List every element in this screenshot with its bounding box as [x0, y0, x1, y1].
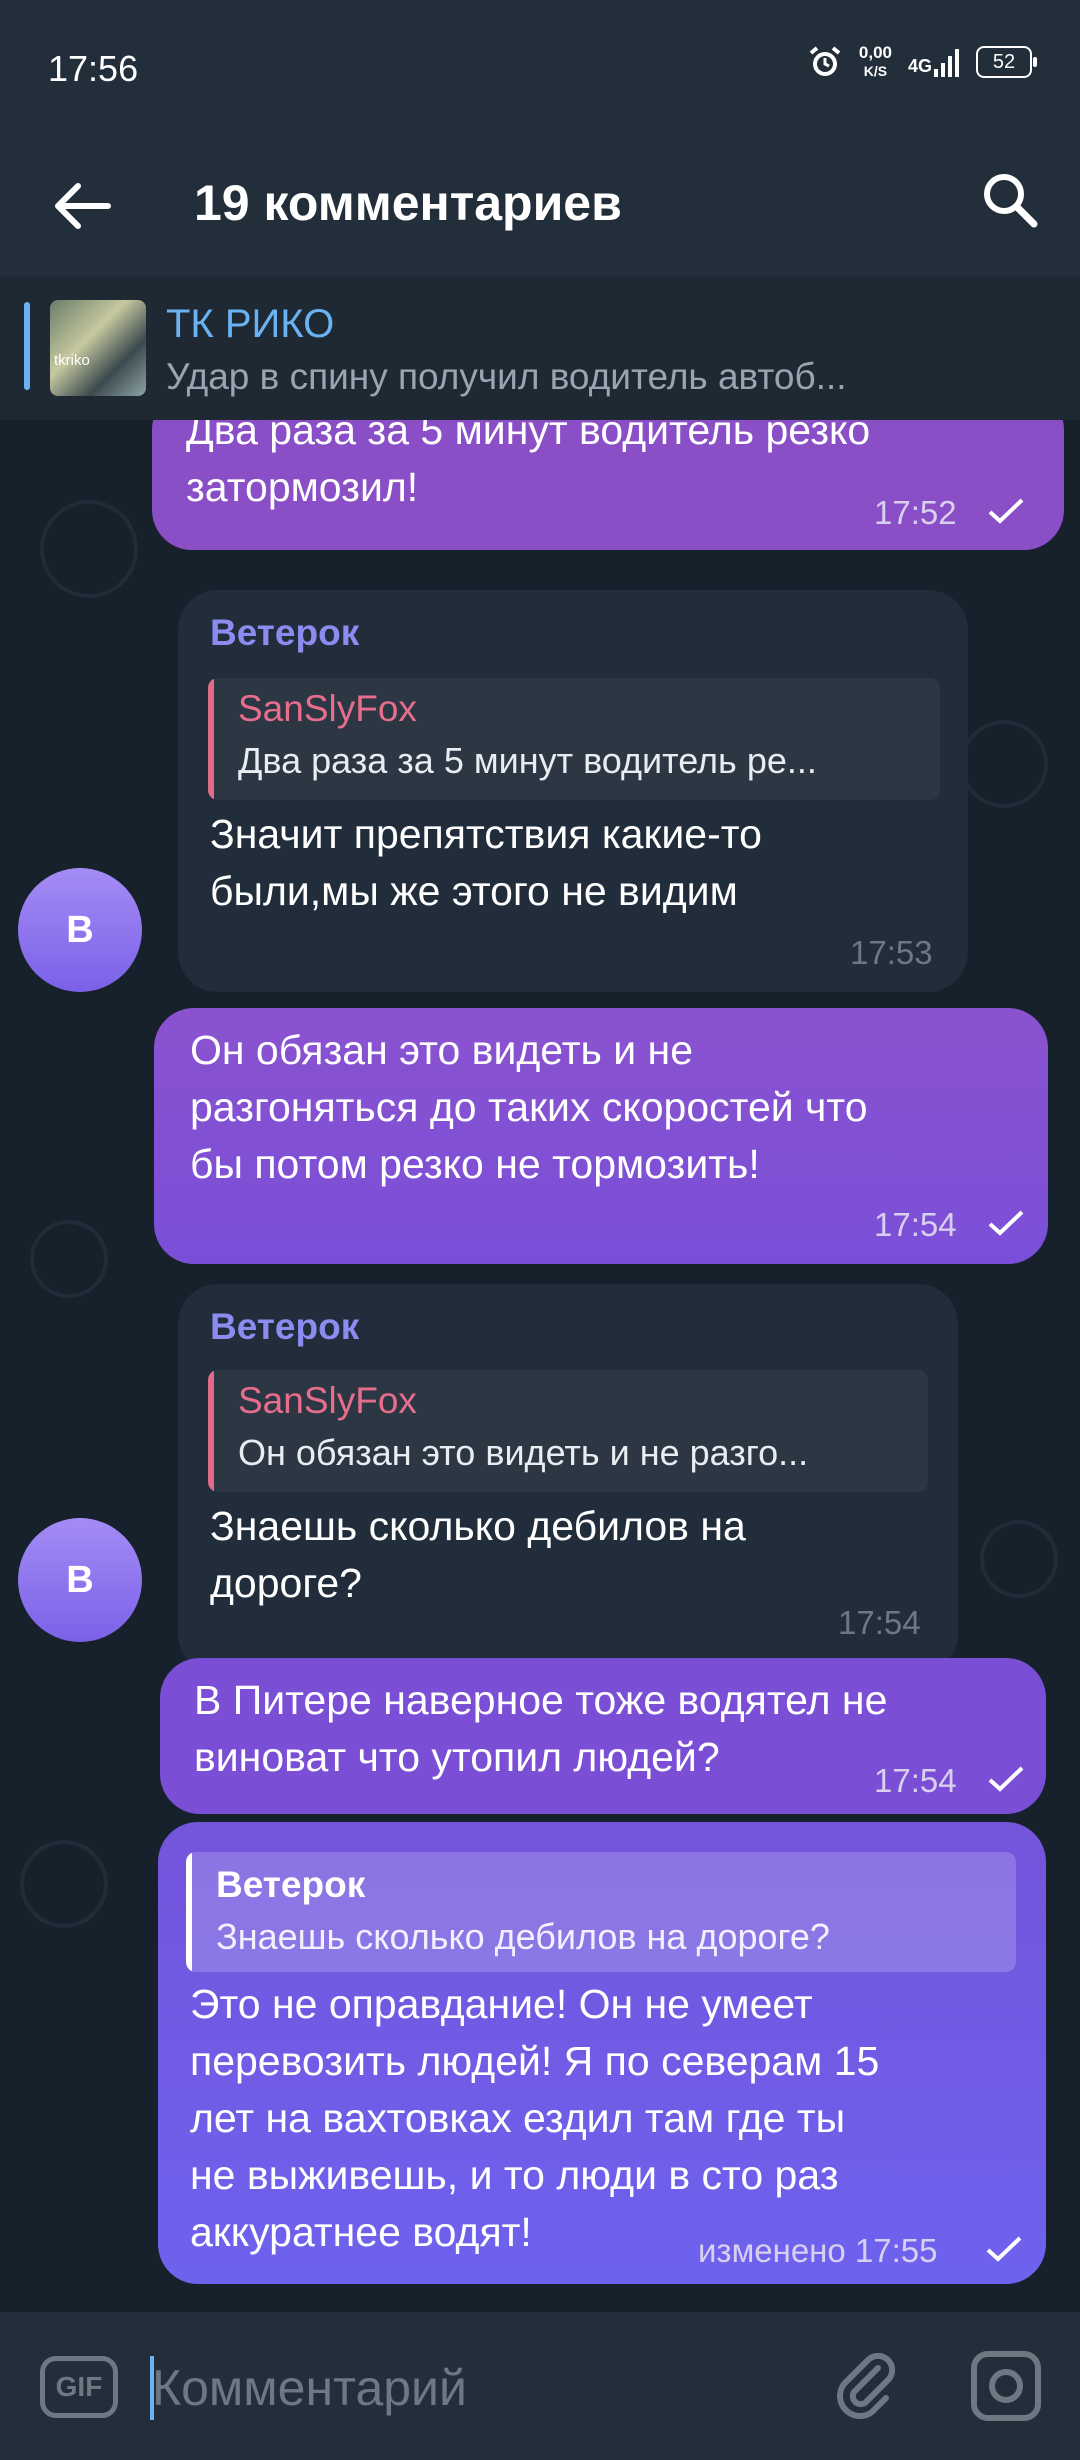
sent-check-icon	[988, 498, 1024, 524]
message-line: не выживешь, и то люди в сто раз	[190, 2152, 839, 2198]
comment-input-bar: GIF	[0, 2312, 1080, 2460]
message-line: Знаешь сколько дебилов на	[210, 1503, 746, 1549]
message-line: затормозил!	[186, 464, 419, 510]
reply-snippet: Знаешь сколько дебилов на дороге?	[216, 1916, 830, 1957]
comment-input[interactable]	[152, 2356, 792, 2420]
message-line: разгоняться до таких скоростей что	[190, 1084, 868, 1130]
background-doodle	[980, 1520, 1058, 1598]
background-doodle	[960, 720, 1048, 808]
reply-accent-bar	[186, 1852, 192, 1972]
reply-snippet: Два раза за 5 минут водитель ре...	[238, 740, 817, 781]
sender-name[interactable]: Ветерок	[210, 612, 359, 654]
sent-check-icon	[986, 2236, 1022, 2262]
reply-snippet: Он обязан это видеть и не разго...	[238, 1432, 809, 1473]
outgoing-message[interactable]: Ветерок Знаешь сколько дебилов на дороге…	[158, 1822, 1046, 2284]
message-time: 17:54	[874, 1206, 957, 1243]
message-line: дороге?	[210, 1560, 362, 1606]
message-text: Он обязан это видеть и не разгоняться до…	[190, 1022, 868, 1193]
reply-quote[interactable]: Ветерок Знаешь сколько дебилов на дороге…	[186, 1852, 1016, 1972]
arrow-left-icon	[55, 183, 111, 229]
reply-accent-bar	[208, 678, 214, 800]
message-time: 17:52	[874, 494, 957, 531]
message-time: 17:53	[850, 934, 933, 971]
original-post-preview[interactable]: tkriko ТК РИКО Удар в спину получил води…	[0, 276, 1080, 420]
avatar[interactable]: В	[18, 1518, 142, 1642]
message-text: Это не оправдание! Он не умеет перевозит…	[190, 1976, 879, 2261]
pinned-accent-bar	[24, 302, 30, 390]
reply-quote[interactable]: SanSlyFox Два раза за 5 минут водитель р…	[208, 678, 940, 800]
edited-label: изменено	[698, 2232, 846, 2269]
back-button[interactable]	[44, 166, 124, 246]
time-value: 17:55	[854, 2232, 938, 2269]
reply-quote[interactable]: SanSlyFox Он обязан это видеть и не разг…	[208, 1370, 928, 1492]
outgoing-message[interactable]: Два раза за 5 минут водитель резко затор…	[152, 420, 1064, 550]
paperclip-icon	[837, 2352, 896, 2419]
camera-button[interactable]	[966, 2346, 1046, 2426]
search-icon	[984, 174, 1038, 228]
outgoing-message[interactable]: В Питере наверное тоже водятел не винова…	[160, 1658, 1046, 1814]
incoming-message[interactable]: Ветерок SanSlyFox Два раза за 5 минут во…	[178, 590, 968, 992]
battery-icon: 52	[976, 46, 1037, 78]
signal-icon: 4G	[908, 47, 960, 77]
reply-author: SanSlyFox	[238, 1380, 417, 1421]
net-speed-unit: K/S	[863, 63, 888, 79]
message-line: лет на вахтовках ездил там где ты	[190, 2095, 846, 2141]
gif-button[interactable]: GIF	[40, 2356, 118, 2418]
avatar[interactable]: В	[18, 868, 142, 992]
message-line: Значит препятствия какие-то	[210, 811, 762, 857]
message-time: 17:54	[874, 1762, 957, 1799]
message-text: Значит препятствия какие-то были,мы же э…	[210, 806, 762, 920]
attach-button[interactable]	[826, 2346, 906, 2426]
net-speed: 0,00 K/S	[859, 44, 892, 80]
reply-author: Ветерок	[216, 1864, 366, 1905]
status-icons: 0,00 K/S 4G 52	[807, 44, 1037, 80]
status-bar: 17:56 0,00 K/S 4G 52	[0, 0, 1080, 130]
thumbnail-caption: tkriko	[54, 352, 90, 369]
sent-check-icon	[988, 1210, 1024, 1236]
background-doodle	[30, 1220, 108, 1298]
reply-accent-bar	[208, 1370, 214, 1492]
network-type: 4G	[907, 56, 932, 76]
message-line: бы потом резко не тормозить!	[190, 1141, 760, 1187]
message-time: 17:54	[838, 1604, 921, 1641]
background-doodle	[40, 500, 138, 598]
message-text: В Питере наверное тоже водятел не винова…	[194, 1672, 887, 1786]
message-line: перевозить людей! Я по северам 15	[190, 2038, 880, 2084]
sent-check-icon	[988, 1766, 1024, 1792]
sender-name[interactable]: Ветерок	[210, 1306, 359, 1348]
page-title: 19 комментариев	[194, 175, 622, 231]
reply-author: SanSlyFox	[238, 688, 417, 729]
outgoing-message[interactable]: Он обязан это видеть и не разгоняться до…	[154, 1008, 1048, 1264]
message-text: Знаешь сколько дебилов на дороге?	[210, 1498, 746, 1612]
net-speed-value: 0,00	[858, 43, 892, 62]
message-line: виноват что утопил людей?	[194, 1734, 720, 1780]
incoming-message[interactable]: Ветерок SanSlyFox Он обязан это видеть и…	[178, 1284, 958, 1674]
message-line: Это не оправдание! Он не умеет	[190, 1981, 813, 2027]
camera-icon	[971, 2351, 1041, 2421]
post-snippet: Удар в спину получил водитель автоб...	[166, 356, 847, 397]
search-button[interactable]	[970, 160, 1050, 240]
message-line: Два раза за 5 минут водитель резко	[186, 420, 871, 453]
message-line: В Питере наверное тоже водятел не	[194, 1677, 888, 1723]
message-text: Два раза за 5 минут водитель резко затор…	[186, 420, 870, 516]
message-line: Он обязан это видеть и не	[190, 1027, 693, 1073]
message-line: были,мы же этого не видим	[210, 868, 738, 914]
app-bar: 19 комментариев	[0, 130, 1080, 276]
channel-name: ТК РИКО	[166, 302, 335, 346]
post-thumbnail: tkriko	[50, 300, 146, 396]
status-time: 17:56	[48, 48, 139, 89]
message-list[interactable]: Два раза за 5 минут водитель резко затор…	[0, 420, 1080, 2312]
message-time: изменено 17:55	[698, 2232, 938, 2270]
background-doodle	[20, 1840, 108, 1928]
alarm-icon	[809, 46, 841, 76]
